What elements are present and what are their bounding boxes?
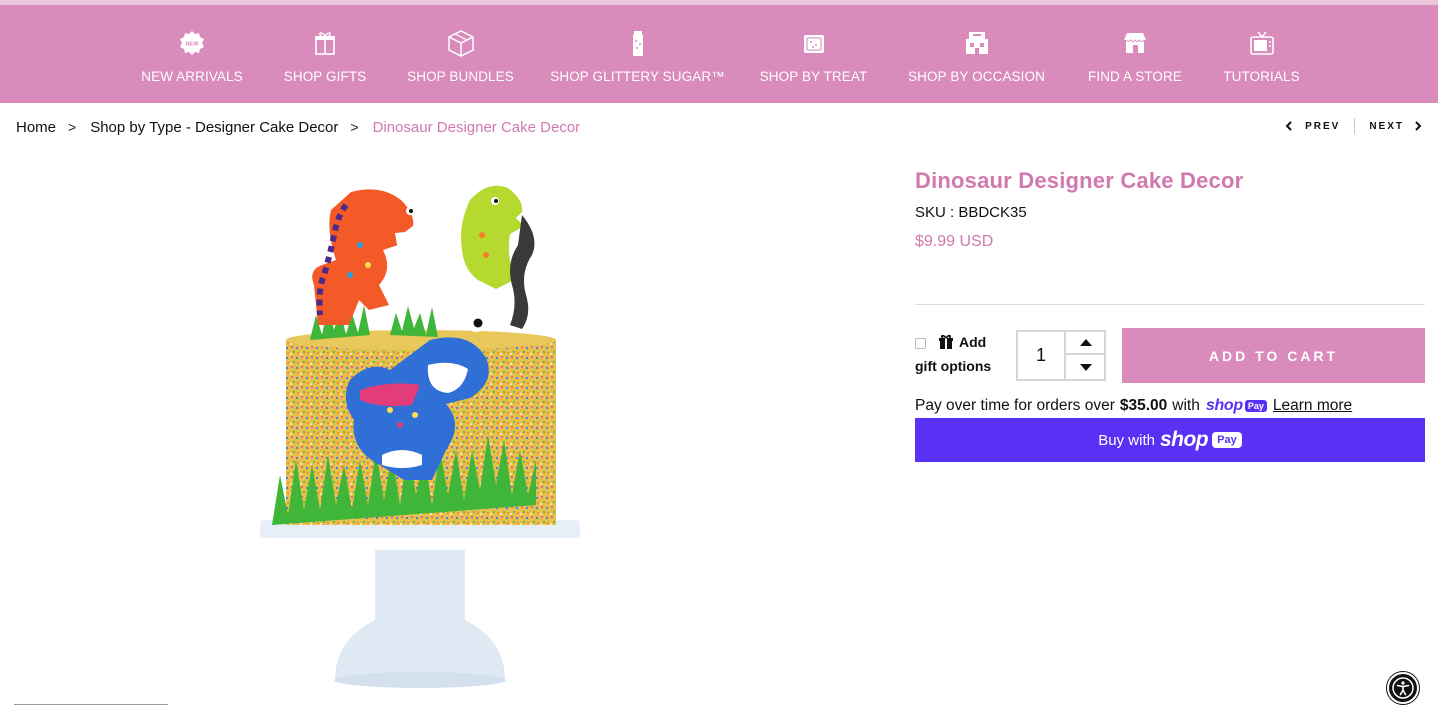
breadcrumb-current: Dinosaur Designer Cake Decor [372, 118, 581, 136]
breadcrumb-home[interactable]: Home [16, 119, 56, 136]
shop-word: shop [1205, 397, 1243, 414]
thumbnail-divider [14, 704, 168, 705]
prev-link[interactable]: PREV [1285, 121, 1340, 132]
quantity-decrease-button[interactable] [1066, 356, 1106, 379]
installments-message: Pay over time for orders over $35.00 wit… [915, 397, 1352, 415]
pager-divider [1354, 118, 1356, 134]
accessibility-button[interactable] [1387, 672, 1419, 704]
nav-shop-glittery-sugar[interactable]: SHOP GLITTERY SUGAR™ [550, 5, 725, 103]
svg-text:NEW: NEW [186, 42, 200, 48]
breadcrumb-category[interactable]: Shop by Type - Designer Cake Decor [90, 119, 338, 136]
gift-box-icon [311, 29, 339, 57]
learn-more-link[interactable]: Learn more [1273, 397, 1352, 415]
chevron-left-icon [1285, 121, 1292, 131]
nav-shop-bundles[interactable]: SHOP BUNDLES [407, 5, 514, 103]
chevron-right-icon [1415, 121, 1422, 131]
store-icon [1121, 29, 1149, 57]
product-price: $9.99 USD [915, 233, 994, 250]
nav-label: FIND A STORE [1088, 69, 1182, 84]
occasion-cake-icon [963, 29, 991, 57]
gift-icon [939, 334, 953, 349]
shop-word: shop [1159, 428, 1209, 451]
breadcrumb: Home > Shop by Type - Designer Cake Deco… [16, 117, 580, 137]
quantity-buttons [1064, 332, 1106, 379]
dinosaur-cake-image [250, 175, 590, 690]
next-link[interactable]: NEXT [1369, 121, 1422, 132]
nav-label: SHOP GLITTERY SUGAR™ [550, 69, 725, 84]
tv-icon [1248, 29, 1276, 57]
nav-find-a-store[interactable]: FIND A STORE [1088, 5, 1182, 103]
buy-with-text: Buy with [1098, 431, 1155, 449]
gift-label-add: Add [959, 334, 987, 350]
new-badge-icon: NEW [178, 29, 206, 57]
shop-pay-logo: shop Pay [1206, 397, 1267, 415]
main-nav: NEW NEW ARRIVALS SHOP GIFTS SHOP BUNDLES [0, 5, 1438, 103]
sugar-jar-icon [624, 29, 652, 57]
gift-options[interactable]: Add gift options [915, 330, 1015, 378]
installments-amount: $35.00 [1119, 397, 1168, 414]
nav-shop-by-occasion[interactable]: SHOP BY OCCASION [908, 5, 1045, 103]
breadcrumb-separator: > [68, 119, 77, 135]
nav-new-arrivals[interactable]: NEW NEW ARRIVALS [141, 5, 243, 103]
caret-up-icon [1080, 339, 1092, 346]
nav-tutorials[interactable]: TUTORIALS [1223, 5, 1300, 103]
nav-label: SHOP BY OCCASION [908, 69, 1045, 84]
quantity-input[interactable]: 1 [1018, 332, 1064, 379]
accessibility-icon [1392, 677, 1414, 699]
nav-label: TUTORIALS [1223, 69, 1300, 84]
installments-text: Pay over time for orders over [915, 397, 1115, 414]
breadcrumb-separator: > [350, 119, 359, 135]
divider [915, 304, 1425, 305]
pay-badge: Pay [1212, 432, 1242, 448]
nav-label: SHOP GIFTS [283, 69, 367, 84]
quantity-increase-button[interactable] [1066, 332, 1106, 355]
prev-label: PREV [1305, 120, 1341, 132]
nav-label: SHOP BUNDLES [407, 69, 514, 84]
nav-shop-gifts[interactable]: SHOP GIFTS [283, 5, 367, 103]
caret-down-icon [1080, 364, 1092, 371]
nav-label: SHOP BY TREAT [759, 69, 868, 84]
product-pager: PREV NEXT [1285, 118, 1422, 134]
product-sku: SKU : BBDCK35 [915, 204, 1027, 221]
add-to-cart-button[interactable]: ADD TO CART [1122, 328, 1425, 383]
product-title: Dinosaur Designer Cake Decor [915, 168, 1244, 193]
nav-label: NEW ARRIVALS [141, 69, 243, 84]
bundle-box-icon [447, 29, 475, 57]
gift-label-options: gift options [915, 358, 992, 374]
installments-with: with [1172, 397, 1200, 414]
treat-cookie-icon [800, 29, 828, 57]
gift-checkbox[interactable] [915, 337, 926, 349]
nav-shop-by-treat[interactable]: SHOP BY TREAT [760, 5, 867, 103]
buy-with-shop-pay-button[interactable]: Buy with shop Pay [915, 418, 1425, 462]
next-label: NEXT [1369, 120, 1404, 132]
pay-badge: Pay [1244, 400, 1267, 412]
product-info: Dinosaur Designer Cake Decor SKU : BBDCK… [915, 168, 1425, 251]
quantity-stepper: 1 [1016, 330, 1106, 381]
